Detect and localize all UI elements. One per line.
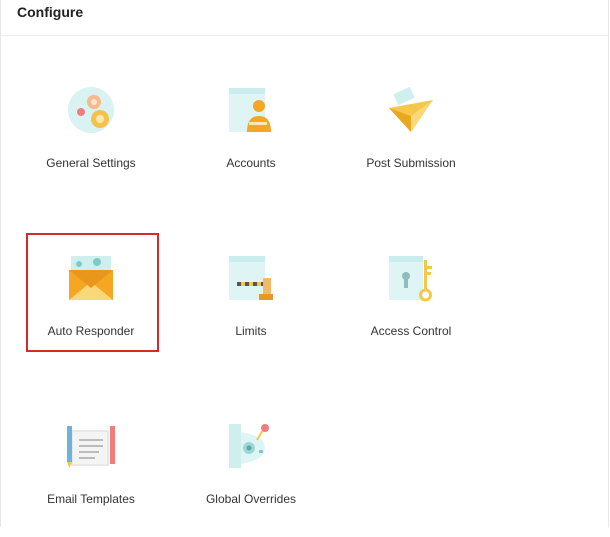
tile-label: General Settings [46,156,136,170]
tile-label: Access Control [370,324,452,338]
tile-auto-responder[interactable]: Auto Responder [26,254,156,369]
tile-limits[interactable]: Limits [186,254,316,369]
global-overrides-icon [229,424,269,468]
tile-access-control[interactable]: Access Control [346,254,476,369]
tile-email-templates[interactable]: Email Templates [26,422,156,537]
tile-label: Limits [235,324,267,338]
email-templates-icon [67,426,115,468]
tile-label: Email Templates [47,492,135,506]
tile-general-settings[interactable]: General Settings [26,86,156,201]
configure-panel: Configure General Settings Accounts Post… [0,0,609,527]
tile-label: Post Submission [366,156,456,170]
limits-barrier-icon [229,256,273,300]
tile-label: Auto Responder [47,324,135,338]
accounts-icon [229,88,271,132]
key-lock-icon [389,256,432,302]
tile-label: Global Overrides [205,492,297,506]
tile-post-submission[interactable]: Post Submission [346,86,476,201]
envelope-icon [69,256,113,300]
panel-header: Configure [1,0,608,36]
tile-label: Accounts [226,156,276,170]
page-title: Configure [17,4,84,20]
paper-plane-icon [389,86,433,132]
gear-settings-icon [68,87,114,133]
tile-global-overrides[interactable]: Global Overrides [186,422,316,537]
tile-accounts[interactable]: Accounts [186,86,316,201]
